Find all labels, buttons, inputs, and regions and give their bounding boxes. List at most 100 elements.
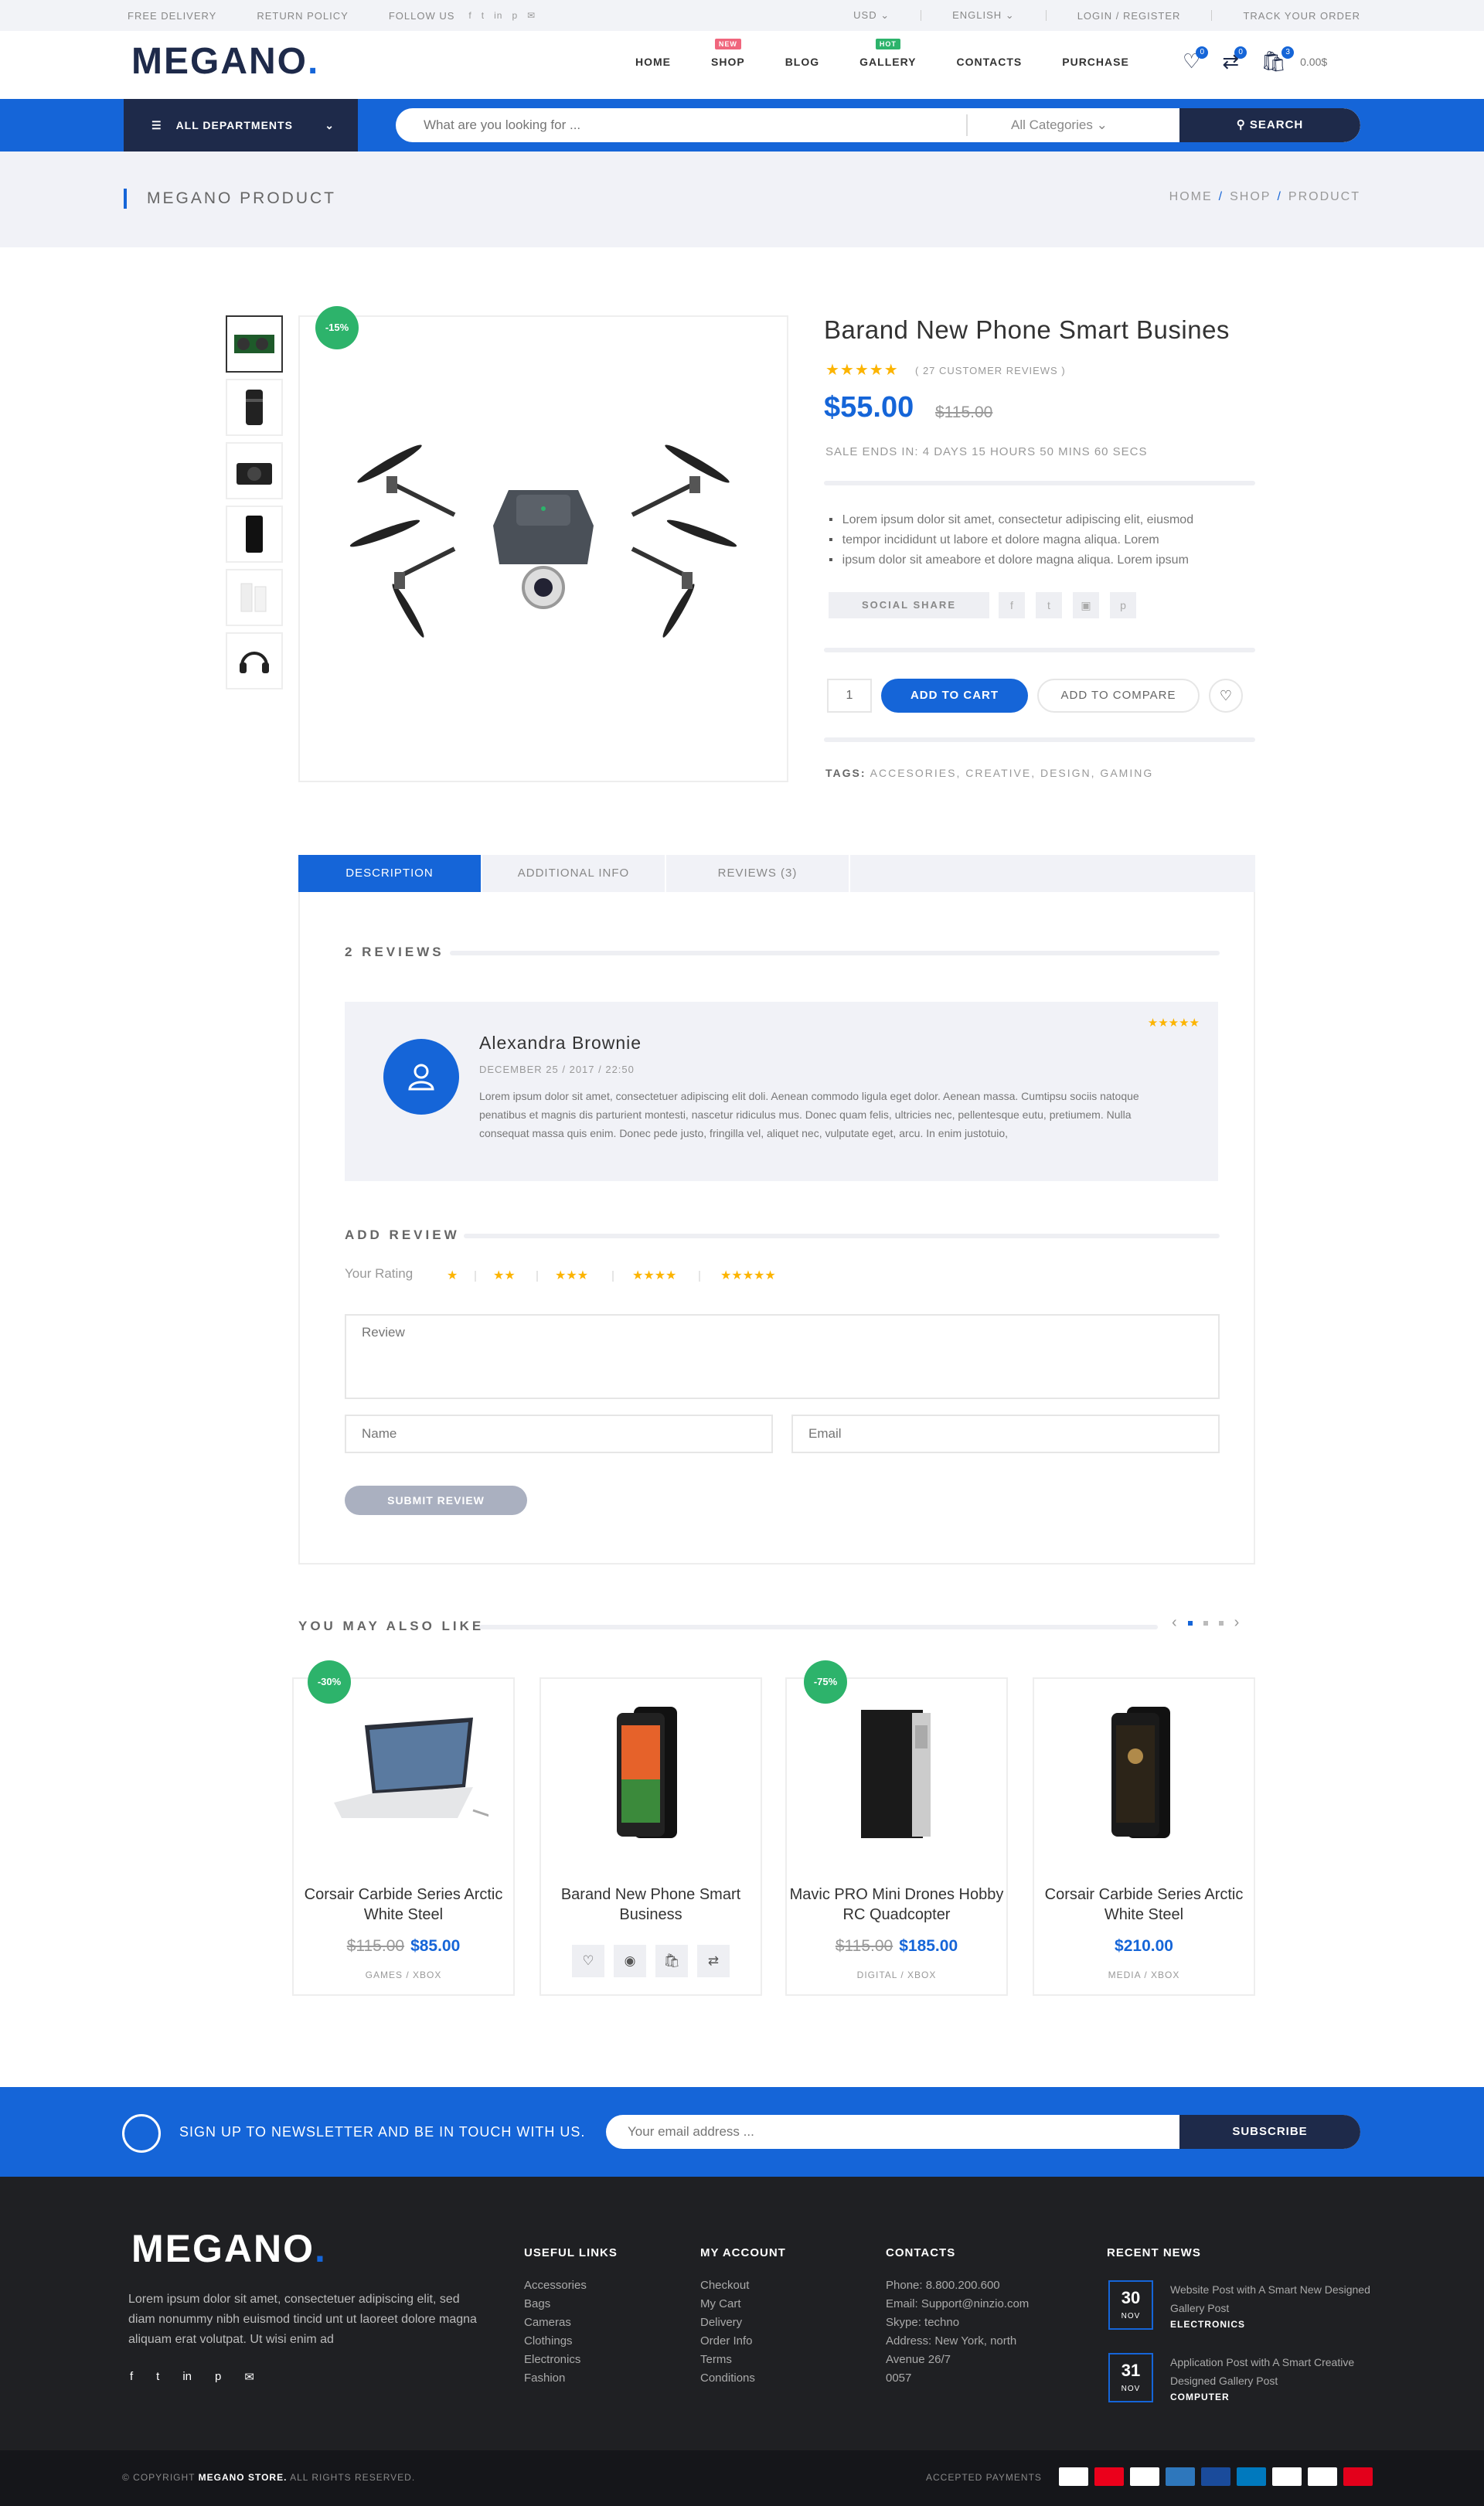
- contact-line[interactable]: Email: Support@ninzio.com: [886, 2295, 1029, 2314]
- pinterest-icon[interactable]: p: [215, 2370, 221, 2384]
- footer-link[interactable]: Fashion: [524, 2369, 618, 2388]
- pinterest-icon[interactable]: p: [512, 10, 518, 21]
- carousel-dot[interactable]: [1187, 1620, 1193, 1626]
- heart-icon[interactable]: ♡: [572, 1945, 604, 1977]
- all-departments-button[interactable]: ☰ ALL DEPARTMENTS ⌄: [124, 99, 358, 152]
- language-select[interactable]: ENGLISH ⌄: [952, 9, 1015, 22]
- compare-icon[interactable]: ⇄: [697, 1945, 730, 1977]
- tab-additional-info[interactable]: ADDITIONAL INFO: [482, 855, 666, 892]
- chevron-left-icon[interactable]: ‹: [1172, 1614, 1177, 1632]
- nav-contacts[interactable]: CONTACTS: [957, 56, 1023, 68]
- rating-option-1[interactable]: ★: [447, 1268, 458, 1283]
- name-field[interactable]: [345, 1415, 773, 1453]
- mail-icon[interactable]: ✉: [527, 10, 536, 21]
- product-name[interactable]: Corsair Carbide Series Arctic White Stee…: [1034, 1885, 1254, 1925]
- nav-blog[interactable]: BLOG: [785, 56, 819, 68]
- logo[interactable]: MEGANO.: [131, 40, 319, 83]
- facebook-icon[interactable]: f: [999, 592, 1025, 618]
- rating-option-5[interactable]: ★★★★★: [720, 1268, 776, 1283]
- thumbnail-phone[interactable]: [226, 506, 283, 563]
- rating-option-4[interactable]: ★★★★: [632, 1268, 676, 1283]
- twitter-icon[interactable]: t: [482, 10, 485, 21]
- product-name[interactable]: Barand New Phone Smart Business: [541, 1885, 761, 1925]
- currency-select[interactable]: USD ⌄: [853, 9, 890, 22]
- quantity-input[interactable]: 1: [827, 679, 872, 713]
- add-to-cart-button[interactable]: ADD TO CART: [881, 679, 1028, 713]
- add-to-compare-button[interactable]: ADD TO COMPARE: [1037, 679, 1200, 713]
- footer-link[interactable]: Checkout: [700, 2276, 786, 2295]
- thumbnail-camera[interactable]: [226, 442, 283, 499]
- facebook-icon[interactable]: f: [130, 2370, 133, 2384]
- compare-icon[interactable]: ⇄ 0: [1222, 46, 1247, 73]
- cart-icon[interactable]: 🛍 3: [1261, 46, 1295, 73]
- category-select[interactable]: All Categories ⌄: [1011, 108, 1108, 142]
- footer-link[interactable]: Cameras: [524, 2314, 618, 2332]
- tab-reviews[interactable]: REVIEWS (3): [666, 855, 850, 892]
- tab-description[interactable]: DESCRIPTION: [298, 855, 482, 892]
- instagram-icon[interactable]: ▣: [1073, 592, 1099, 618]
- product-card[interactable]: Mavic PRO Mini Drones Hobby RC Quadcopte…: [785, 1677, 1008, 1996]
- thumbnail-headphones[interactable]: [226, 632, 283, 689]
- product-card[interactable]: Barand New Phone Smart Business ♡ ◉ 🛍 ⇄: [539, 1677, 762, 1996]
- thumbnail-tower[interactable]: [226, 569, 283, 626]
- submit-review-button[interactable]: SUBMIT REVIEW: [345, 1486, 527, 1515]
- footer-link[interactable]: Order Info: [700, 2332, 786, 2351]
- search-input[interactable]: [424, 108, 965, 142]
- news-title[interactable]: Website Post with A Smart New Designed G…: [1170, 2280, 1371, 2317]
- newsletter-email-input[interactable]: [628, 2115, 1091, 2149]
- wishlist-icon[interactable]: ♡ 0: [1183, 46, 1209, 73]
- news-tag[interactable]: COMPUTER: [1170, 2392, 1230, 2402]
- breadcrumb-shop[interactable]: SHOP: [1230, 190, 1271, 203]
- footer-logo[interactable]: MEGANO.: [131, 2226, 327, 2271]
- free-delivery-link[interactable]: FREE DELIVERY: [128, 10, 216, 22]
- email-field[interactable]: [791, 1415, 1220, 1453]
- pinterest-icon[interactable]: p: [1110, 592, 1136, 618]
- product-category[interactable]: MEDIA / XBOX: [1034, 1970, 1254, 1980]
- product-name[interactable]: Mavic PRO Mini Drones Hobby RC Quadcopte…: [787, 1885, 1006, 1925]
- login-register-link[interactable]: LOGIN / REGISTER: [1077, 10, 1181, 22]
- nav-gallery[interactable]: HOT GALLERY: [859, 39, 916, 68]
- return-policy-link[interactable]: RETURN POLICY: [257, 10, 348, 22]
- chevron-right-icon[interactable]: ›: [1234, 1614, 1240, 1632]
- footer-link[interactable]: Clothings: [524, 2332, 618, 2351]
- product-category[interactable]: GAMES / XBOX: [294, 1970, 513, 1980]
- footer-link[interactable]: Conditions: [700, 2369, 786, 2388]
- tags-list[interactable]: ACCESORIES, CREATIVE, DESIGN, GAMING: [870, 767, 1154, 779]
- news-title[interactable]: Application Post with A Smart Creative D…: [1170, 2353, 1371, 2390]
- mail-icon[interactable]: ✉: [244, 2370, 254, 2384]
- footer-link[interactable]: Terms: [700, 2351, 786, 2369]
- subscribe-button[interactable]: SUBSCRIBE: [1179, 2115, 1360, 2149]
- nav-home[interactable]: HOME: [635, 56, 671, 68]
- thumbnail-graphics-card[interactable]: [226, 315, 283, 373]
- product-name[interactable]: Corsair Carbide Series Arctic White Stee…: [294, 1885, 513, 1925]
- linkedin-icon[interactable]: in: [494, 10, 502, 21]
- footer-link[interactable]: Electronics: [524, 2351, 618, 2369]
- product-main-image[interactable]: [298, 315, 788, 782]
- facebook-icon[interactable]: f: [468, 10, 471, 21]
- track-order-link[interactable]: TRACK YOUR ORDER: [1243, 10, 1360, 22]
- linkedin-icon[interactable]: in: [182, 2370, 192, 2384]
- news-tag[interactable]: ELECTRONICS: [1170, 2319, 1245, 2330]
- copyright-brand[interactable]: MEGANO STORE.: [199, 2472, 288, 2483]
- wishlist-button[interactable]: ♡: [1209, 679, 1243, 713]
- product-card[interactable]: Corsair Carbide Series Arctic White Stee…: [1033, 1677, 1255, 1996]
- footer-link[interactable]: Delivery: [700, 2314, 786, 2332]
- rating-option-2[interactable]: ★★: [493, 1268, 516, 1283]
- reviews-count-link[interactable]: ( 27 CUSTOMER REVIEWS ): [915, 365, 1066, 376]
- nav-shop[interactable]: NEW SHOP: [711, 39, 745, 68]
- breadcrumb-home[interactable]: HOME: [1169, 190, 1213, 203]
- thumbnail-lens[interactable]: [226, 379, 283, 436]
- carousel-dot[interactable]: [1218, 1620, 1224, 1626]
- footer-link[interactable]: Accessories: [524, 2276, 618, 2295]
- eye-icon[interactable]: ◉: [614, 1945, 646, 1977]
- nav-purchase[interactable]: PURCHASE: [1062, 56, 1129, 68]
- footer-link[interactable]: Bags: [524, 2295, 618, 2314]
- rating-option-3[interactable]: ★★★: [555, 1268, 588, 1283]
- twitter-icon[interactable]: t: [156, 2370, 159, 2384]
- product-category[interactable]: DIGITAL / XBOX: [787, 1970, 1006, 1980]
- carousel-dot[interactable]: [1203, 1620, 1208, 1626]
- twitter-icon[interactable]: t: [1036, 592, 1062, 618]
- footer-link[interactable]: My Cart: [700, 2295, 786, 2314]
- review-textarea[interactable]: [345, 1314, 1220, 1399]
- product-card[interactable]: Corsair Carbide Series Arctic White Stee…: [292, 1677, 515, 1996]
